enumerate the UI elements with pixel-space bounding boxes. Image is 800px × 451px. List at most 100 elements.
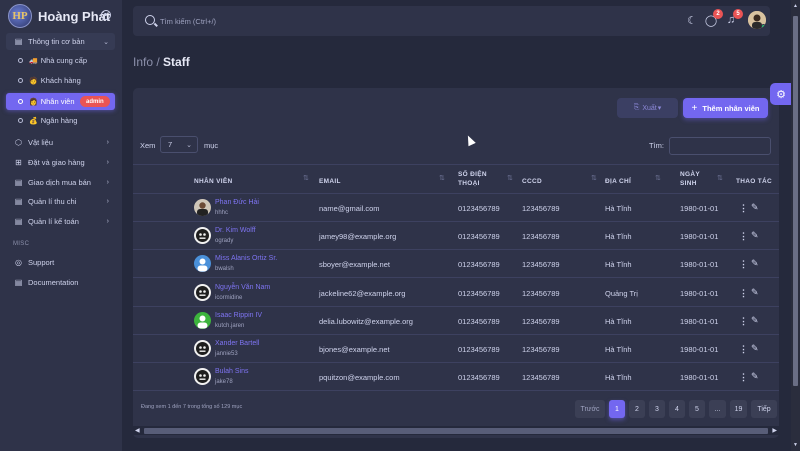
user-avatar[interactable] [748, 11, 766, 29]
staff-name-link[interactable]: Xander Bartell [215, 340, 259, 347]
table-row: Dr. Kim Wolff ogrady jamey98@example.org 01… [133, 222, 779, 251]
scrollbar-thumb[interactable] [144, 428, 768, 434]
more-vertical-icon[interactable]: ⋮ [739, 288, 748, 299]
header-dob[interactable]: NGÀY SINH [680, 170, 700, 188]
sidebar-item-support[interactable]: ◎ Support [6, 254, 115, 271]
sidebar-subitem-suppliers[interactable]: 🚚 Nhà cung cấp [6, 52, 115, 69]
pagination-page-19[interactable]: 19 [730, 400, 747, 418]
bell-icon[interactable]: ♫ 5 [725, 9, 743, 26]
page-length-select[interactable]: 7 ⌄ [160, 136, 198, 153]
export-button[interactable]: ⎘ Xuất ▾ [617, 98, 678, 118]
scrollbar-thumb[interactable] [793, 16, 798, 386]
pagination-page-2[interactable]: 2 [629, 400, 645, 418]
sidebar-toggle-icon[interactable] [101, 10, 111, 20]
sort-icon[interactable]: ⇅ [439, 174, 445, 182]
header-address[interactable]: ĐỊA CHỈ [605, 177, 631, 186]
breadcrumb-parent[interactable]: Info [133, 55, 153, 69]
pagination-page-3[interactable]: 3 [649, 400, 665, 418]
sidebar-subitem-banks[interactable]: 💰 Ngân hàng [6, 112, 115, 129]
sidebar-subitem-label: Khách hàng [40, 76, 81, 85]
staff-cccd: 123456789 [522, 260, 560, 270]
staff-name-link[interactable]: Isaac Rippin IV [215, 312, 262, 319]
header-dob-line2: SINH [680, 180, 697, 187]
header-staff[interactable]: NHÂN VIÊN [194, 177, 232, 186]
sidebar-item-documentation[interactable]: ▤ Documentation [6, 274, 115, 291]
sort-icon[interactable]: ⇅ [507, 174, 513, 182]
header-email[interactable]: EMAIL [319, 177, 341, 186]
vertical-scrollbar[interactable]: ▲ ▼ [791, 0, 800, 451]
edit-pencil-icon[interactable]: ✎ [751, 258, 759, 269]
document-icon: ▤ [14, 278, 23, 287]
staff-address: Hà Tĩnh [605, 316, 632, 326]
more-vertical-icon[interactable]: ⋮ [739, 231, 748, 242]
pagination-page-4[interactable]: 4 [669, 400, 685, 418]
staff-cccd: 123456789 [522, 288, 560, 298]
sidebar-item-label: Giao dịch mua bán [28, 178, 91, 187]
settings-gear-icon[interactable]: ⚙ [770, 83, 792, 105]
notification-count-badge: 5 [733, 9, 743, 19]
add-staff-button[interactable]: + Thêm nhân viên [683, 98, 768, 118]
header-phone[interactable]: SỐ ĐIỆN THOẠI [458, 170, 487, 188]
sidebar-item-accounting[interactable]: ▤ Quản lí kế toán › [6, 213, 115, 230]
chevron-right-icon: › [106, 139, 109, 146]
search-input[interactable] [160, 14, 360, 28]
sidebar-item-transactions[interactable]: ▤ Giao dịch mua bán › [6, 174, 115, 191]
chevron-down-icon: ⌄ [186, 142, 192, 149]
chat-icon[interactable]: ◯ 2 [705, 9, 723, 27]
table-filter-input[interactable] [669, 137, 771, 155]
staff-cccd: 123456789 [522, 345, 560, 354]
more-vertical-icon[interactable]: ⋮ [739, 344, 748, 355]
edit-pencil-icon[interactable]: ✎ [751, 287, 759, 298]
sort-icon[interactable]: ⇅ [717, 174, 723, 182]
sort-icon[interactable]: ⇅ [655, 174, 661, 182]
sort-icon[interactable]: ⇅ [303, 174, 309, 182]
pagination-next-button[interactable]: Tiếp [751, 400, 777, 418]
edit-pencil-icon[interactable]: ✎ [751, 315, 759, 326]
edit-pencil-icon[interactable]: ✎ [751, 343, 759, 354]
export-icon: ⎘ [633, 104, 640, 111]
more-vertical-icon[interactable]: ⋮ [739, 203, 748, 214]
sidebar-item-basic-info[interactable]: ▤ Thông tin cơ bản ⌄ [6, 33, 115, 50]
staff-phone: 0123456789 [458, 345, 500, 354]
scroll-up-icon[interactable]: ▲ [793, 3, 798, 9]
bullet-icon [18, 118, 23, 123]
table-row: Miss Alanis Ortiz Sr. bwalsh sboyer@exampl… [133, 250, 779, 279]
header-cccd[interactable]: CCCD [522, 177, 542, 186]
sidebar-subitem-staff[interactable]: 👩 Nhân viên admin [6, 93, 115, 110]
pagination-page-5[interactable]: 5 [689, 400, 705, 418]
pagination-page-1[interactable]: 1 [609, 400, 625, 418]
more-vertical-icon[interactable]: ⋮ [739, 316, 748, 327]
staff-name-link[interactable]: Miss Alanis Ortiz Sr. [215, 255, 277, 262]
scroll-down-icon[interactable]: ▼ [793, 442, 798, 448]
sidebar-item-income-expense[interactable]: ▤ Quản lí thu chi › [6, 193, 115, 210]
staff-name-link[interactable]: Bulah Sins [215, 368, 248, 375]
sidebar-subitem-customers[interactable]: 🧑 Khách hàng [6, 72, 115, 89]
pagination-prev-button[interactable]: Trước [575, 400, 605, 418]
more-vertical-icon[interactable]: ⋮ [739, 259, 748, 270]
chevron-right-icon: › [106, 179, 109, 186]
staff-name-link[interactable]: Nguyễn Văn Nam [215, 284, 270, 291]
staff-name-link[interactable]: Phan Đức Hải [215, 199, 259, 206]
scroll-right-icon[interactable]: ▶ [772, 427, 777, 434]
search-icon[interactable] [145, 15, 155, 25]
admin-badge: admin [80, 96, 110, 107]
sidebar-item-label: Vật liệu [28, 138, 54, 147]
edit-pencil-icon[interactable]: ✎ [751, 230, 759, 241]
sidebar-item-label: Quản lí thu chi [28, 197, 77, 206]
edit-pencil-icon[interactable]: ✎ [751, 202, 759, 213]
edit-pencil-icon[interactable]: ✎ [751, 371, 759, 382]
breadcrumb: Info / Staff [133, 55, 190, 69]
horizontal-scrollbar[interactable]: ◀ ▶ [133, 426, 779, 435]
sort-icon[interactable]: ⇅ [591, 174, 597, 182]
more-vertical-icon[interactable]: ⋮ [739, 372, 748, 383]
staff-dob: 1980-01-01 [680, 232, 719, 242]
filter-label: Tìm: [649, 141, 664, 150]
scroll-left-icon[interactable]: ◀ [135, 427, 140, 434]
sidebar-item-materials[interactable]: ⬡ Vật liệu › [6, 134, 115, 151]
staff-name-link[interactable]: Dr. Kim Wolff [215, 227, 256, 234]
moon-icon[interactable]: ☾ [686, 14, 698, 27]
sidebar-item-orders[interactable]: ⊞ Đặt và giao hàng › [6, 154, 115, 171]
brand[interactable]: HP Hoàng Phát [8, 3, 110, 29]
header-phone-line1: SỐ ĐIỆN [458, 171, 487, 178]
sidebar-item-label: Đặt và giao hàng [28, 158, 85, 167]
